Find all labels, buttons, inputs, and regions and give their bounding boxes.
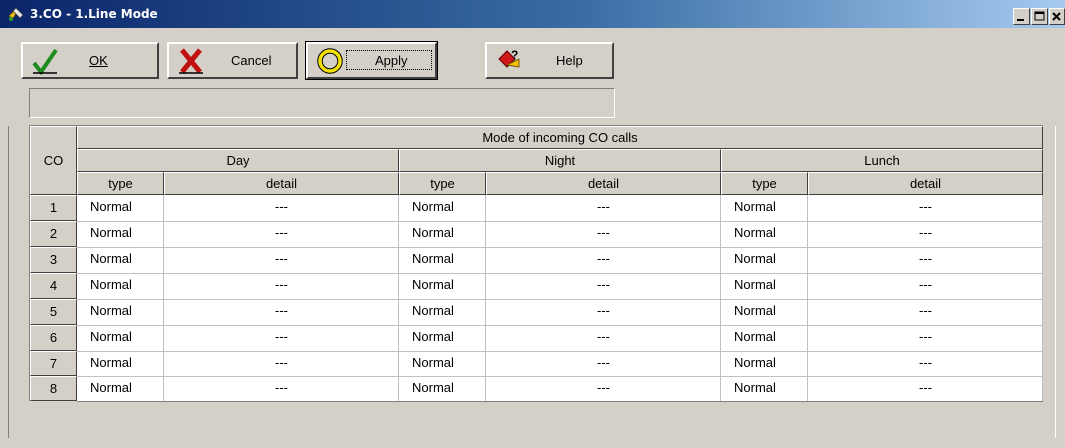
night-detail-cell[interactable]: --- [486, 376, 721, 401]
day-detail-cell[interactable]: --- [164, 351, 399, 376]
help-button[interactable]: ? Help [485, 42, 614, 79]
frame-edge [1055, 126, 1056, 438]
night-type-cell[interactable]: Normal [412, 273, 482, 299]
window-title: 3.CO - 1.Line Mode [30, 7, 158, 21]
checkmark-icon [32, 48, 58, 75]
col-header-night-detail: detail [486, 172, 721, 195]
lunch-type-cell[interactable]: Normal [734, 376, 804, 401]
line-mode-dialog: 3.CO - 1.Line Mode OK Cancel Apply ? Hel… [0, 0, 1065, 448]
lunch-detail-cell[interactable]: --- [808, 299, 1043, 325]
co-line-mode-grid: CO Mode of incoming CO calls Day Night L… [29, 125, 1043, 402]
night-type-cell[interactable]: Normal [412, 376, 482, 401]
apply-label: Apply [375, 53, 408, 68]
lunch-detail-cell[interactable]: --- [808, 273, 1043, 299]
night-detail-cell[interactable]: --- [486, 351, 721, 376]
row-header[interactable]: 1 [30, 195, 77, 221]
apply-button[interactable]: Apply [305, 41, 438, 80]
lunch-type-cell[interactable]: Normal [734, 247, 804, 273]
close-button[interactable] [1049, 8, 1065, 25]
night-type-cell[interactable]: Normal [412, 299, 482, 325]
night-type-cell[interactable]: Normal [412, 221, 482, 247]
ok-button[interactable]: OK [21, 42, 159, 79]
day-detail-cell[interactable]: --- [164, 273, 399, 299]
night-type-cell[interactable]: Normal [412, 325, 482, 351]
night-detail-cell[interactable]: --- [486, 247, 721, 273]
col-header-lunch-type: type [721, 172, 808, 195]
day-type-cell[interactable]: Normal [90, 351, 160, 376]
period-header-night: Night [399, 149, 721, 172]
period-header-lunch: Lunch [721, 149, 1043, 172]
close-icon [1052, 12, 1061, 21]
lunch-type-cell[interactable]: Normal [734, 351, 804, 376]
ring-icon [317, 48, 343, 74]
phone-system-icon [8, 7, 24, 21]
day-detail-cell[interactable]: --- [164, 299, 399, 325]
row-header[interactable]: 6 [30, 325, 77, 351]
day-type-cell[interactable]: Normal [90, 376, 160, 401]
maximize-button[interactable] [1031, 8, 1048, 25]
lunch-detail-cell[interactable]: --- [808, 221, 1043, 247]
day-type-cell[interactable]: Normal [90, 221, 160, 247]
row-header[interactable]: 5 [30, 299, 77, 325]
col-header-lunch-detail: detail [808, 172, 1043, 195]
status-field [29, 88, 615, 118]
grid-line [77, 401, 1043, 402]
ok-label: OK [89, 53, 108, 68]
title-bar[interactable]: 3.CO - 1.Line Mode [0, 0, 1065, 28]
frame-edge [8, 126, 9, 438]
day-detail-cell[interactable]: --- [164, 221, 399, 247]
maximize-icon [1034, 11, 1045, 21]
cancel-button[interactable]: Cancel [167, 42, 298, 79]
night-detail-cell[interactable]: --- [486, 221, 721, 247]
day-type-cell[interactable]: Normal [90, 247, 160, 273]
night-detail-cell[interactable]: --- [486, 325, 721, 351]
help-label: Help [556, 53, 583, 68]
row-header[interactable]: 2 [30, 221, 77, 247]
lunch-detail-cell[interactable]: --- [808, 325, 1043, 351]
period-header-day: Day [77, 149, 399, 172]
cross-icon [179, 48, 203, 74]
day-detail-cell[interactable]: --- [164, 325, 399, 351]
night-type-cell[interactable]: Normal [412, 195, 482, 221]
co-header: CO [30, 126, 77, 195]
lunch-type-cell[interactable]: Normal [734, 221, 804, 247]
night-type-cell[interactable]: Normal [412, 351, 482, 376]
row-header[interactable]: 8 [30, 376, 77, 401]
day-detail-cell[interactable]: --- [164, 195, 399, 221]
lunch-detail-cell[interactable]: --- [808, 247, 1043, 273]
night-detail-cell[interactable]: --- [486, 273, 721, 299]
day-detail-cell[interactable]: --- [164, 247, 399, 273]
col-header-day-type: type [77, 172, 164, 195]
lunch-detail-cell[interactable]: --- [808, 376, 1043, 401]
minimize-icon [1017, 19, 1024, 21]
row-header[interactable]: 3 [30, 247, 77, 273]
lunch-type-cell[interactable]: Normal [734, 325, 804, 351]
minimize-button[interactable] [1013, 8, 1030, 25]
row-header[interactable]: 4 [30, 273, 77, 299]
help-icon: ? [498, 48, 520, 68]
lunch-detail-cell[interactable]: --- [808, 195, 1043, 221]
day-type-cell[interactable]: Normal [90, 325, 160, 351]
lunch-type-cell[interactable]: Normal [734, 195, 804, 221]
night-detail-cell[interactable]: --- [486, 299, 721, 325]
cancel-label: Cancel [231, 53, 272, 68]
night-type-cell[interactable]: Normal [412, 247, 482, 273]
day-type-cell[interactable]: Normal [90, 299, 160, 325]
col-header-day-detail: detail [164, 172, 399, 195]
day-type-cell[interactable]: Normal [90, 195, 160, 221]
group-header: Mode of incoming CO calls [77, 126, 1043, 149]
day-detail-cell[interactable]: --- [164, 376, 399, 401]
lunch-detail-cell[interactable]: --- [808, 351, 1043, 376]
svg-text:?: ? [511, 48, 518, 62]
day-type-cell[interactable]: Normal [90, 273, 160, 299]
night-detail-cell[interactable]: --- [486, 195, 721, 221]
lunch-type-cell[interactable]: Normal [734, 299, 804, 325]
row-header[interactable]: 7 [30, 351, 77, 376]
col-header-night-type: type [399, 172, 486, 195]
lunch-type-cell[interactable]: Normal [734, 273, 804, 299]
